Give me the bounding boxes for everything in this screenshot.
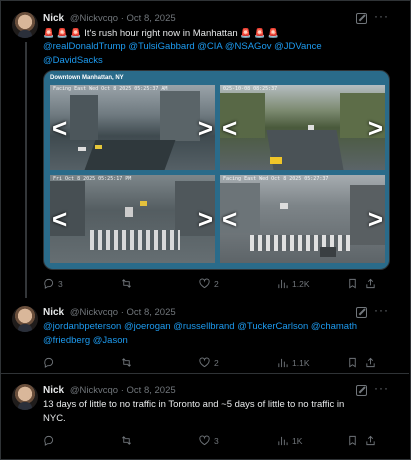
- tweet-actions: 2 1.1K: [43, 357, 375, 369]
- chevron-right-icon[interactable]: >: [368, 206, 383, 232]
- repost-button[interactable]: [121, 278, 136, 289]
- views-button[interactable]: 1.2K: [277, 278, 310, 289]
- views-icon: [278, 436, 288, 446]
- reply-button[interactable]: [43, 357, 58, 368]
- author-name[interactable]: Nick: [43, 307, 64, 318]
- chevron-right-icon[interactable]: >: [198, 115, 213, 141]
- tweet-media[interactable]: Downtown Manhattan, NY Facing East Wed O…: [43, 70, 390, 270]
- tweet[interactable]: Nick @Nickvcqo · Oct 8, 2025 ··· 🚨 🚨 🚨 I…: [1, 0, 409, 298]
- like-icon: [199, 435, 210, 446]
- repost-icon: [122, 436, 131, 445]
- repost-button[interactable]: [121, 357, 136, 368]
- camera-feed[interactable]: Facing East Wed Oct 8 2025 05:27:37 < >: [220, 175, 385, 263]
- tweet-header: Nick @Nickvcqo · Oct 8, 2025: [43, 12, 176, 26]
- views-count: 1.2K: [292, 278, 310, 289]
- tweet-text: 🚨 🚨 🚨 It's rush hour right now in Manhat…: [43, 26, 279, 41]
- chevron-left-icon[interactable]: <: [52, 206, 67, 232]
- views-count: 1K: [292, 435, 303, 446]
- author-handle-date[interactable]: @Nickvcqo · Oct 8, 2025: [70, 385, 176, 396]
- camera-timestamp: Facing East Wed Oct 8 2025 05:27:37: [223, 176, 329, 182]
- more-icon[interactable]: ···: [374, 9, 389, 23]
- views-count: 1.1K: [292, 357, 310, 368]
- media-title: Downtown Manhattan, NY: [50, 75, 124, 81]
- grok-icon[interactable]: [356, 385, 367, 396]
- chevron-left-icon[interactable]: <: [222, 115, 237, 141]
- author-handle-date[interactable]: @Nickvcqo · Oct 8, 2025: [70, 13, 176, 24]
- reply-icon: [44, 357, 54, 368]
- author-handle-date[interactable]: @Nickvcqo · Oct 8, 2025: [70, 307, 176, 318]
- views-button[interactable]: 1.1K: [277, 357, 310, 368]
- like-button[interactable]: 3: [199, 435, 219, 446]
- avatar[interactable]: [12, 384, 38, 410]
- share-icon[interactable]: [365, 435, 376, 446]
- tweet-body: NYC.: [43, 413, 66, 424]
- more-icon[interactable]: ···: [374, 381, 389, 395]
- tweet-mentions[interactable]: @DavidSacks: [43, 54, 103, 68]
- author-name[interactable]: Nick: [43, 385, 64, 396]
- tweet-header: Nick @Nickvcqo · Oct 8, 2025: [43, 306, 176, 320]
- like-count: 2: [214, 278, 219, 289]
- bookmark-icon[interactable]: [347, 435, 358, 446]
- grok-icon[interactable]: [356, 307, 367, 318]
- thread-line: [25, 42, 27, 298]
- camera-timestamp: Fri Oct 8 2025 05:25:17 PM: [53, 176, 132, 182]
- like-count: 3: [214, 435, 219, 446]
- camera-timestamp: Facing East Wed Oct 8 2025 05:25:37 AM: [53, 86, 168, 92]
- avatar[interactable]: [12, 12, 38, 38]
- like-button[interactable]: 2: [199, 278, 219, 289]
- author-name[interactable]: Nick: [43, 13, 64, 24]
- siren-emoji: 🚨 🚨 🚨: [240, 28, 279, 38]
- avatar[interactable]: [12, 306, 38, 332]
- repost-icon: [122, 279, 131, 288]
- chevron-left-icon[interactable]: <: [52, 115, 67, 141]
- camera-feed[interactable]: Fri Oct 8 2025 05:25:17 PM < >: [50, 175, 215, 263]
- like-button[interactable]: 2: [199, 357, 219, 368]
- tweet-mentions[interactable]: @realDonaldTrump @TulsiGabbard @CIA @NSA…: [43, 40, 322, 54]
- bookmark-icon[interactable]: [347, 278, 358, 289]
- siren-emoji: 🚨 🚨 🚨: [43, 28, 82, 38]
- reply-button[interactable]: [43, 435, 58, 446]
- repost-button[interactable]: [121, 435, 136, 446]
- grok-icon[interactable]: [356, 13, 367, 24]
- tweet-body: It's rush hour right now in Manhattan: [84, 28, 238, 39]
- tweet-header: Nick @Nickvcqo · Oct 8, 2025: [43, 384, 176, 398]
- reply-icon: [44, 435, 54, 446]
- views-button[interactable]: 1K: [277, 435, 302, 446]
- tweet-actions: 3 1K: [43, 435, 375, 447]
- reply-icon: [44, 278, 54, 289]
- like-count: 2: [214, 357, 219, 368]
- chevron-left-icon[interactable]: <: [222, 206, 237, 232]
- repost-icon: [122, 358, 131, 367]
- tweet[interactable]: Nick @Nickvcqo · Oct 8, 2025 ··· 13 days…: [1, 376, 409, 456]
- chevron-right-icon[interactable]: >: [368, 115, 383, 141]
- views-icon: [278, 358, 288, 368]
- camera-feed[interactable]: Facing East Wed Oct 8 2025 05:25:37 AM <…: [50, 85, 215, 170]
- tweet-mentions[interactable]: @friedberg @Jason: [43, 334, 128, 348]
- tweet-body: 13 days of little to no traffic in Toron…: [43, 399, 345, 410]
- tweet-mentions[interactable]: @jordanbpeterson @joerogan @russellbrand…: [43, 320, 357, 334]
- tweet[interactable]: Nick @Nickvcqo · Oct 8, 2025 ··· @jordan…: [1, 298, 409, 370]
- more-icon[interactable]: ···: [374, 303, 389, 317]
- camera-feed[interactable]: 025-10-08 08:25:37 < >: [220, 85, 385, 170]
- reply-button[interactable]: 3: [43, 278, 63, 289]
- views-icon: [278, 279, 288, 289]
- tweet-actions: 3 2 1.2K: [43, 278, 375, 290]
- chevron-right-icon[interactable]: >: [198, 206, 213, 232]
- share-icon[interactable]: [365, 357, 376, 368]
- camera-timestamp: 025-10-08 08:25:37: [223, 86, 278, 92]
- tweet-divider: [1, 373, 409, 374]
- like-icon: [199, 357, 210, 368]
- reply-count: 3: [58, 278, 63, 289]
- bookmark-icon[interactable]: [347, 357, 358, 368]
- share-icon[interactable]: [365, 278, 376, 289]
- like-icon: [199, 278, 210, 289]
